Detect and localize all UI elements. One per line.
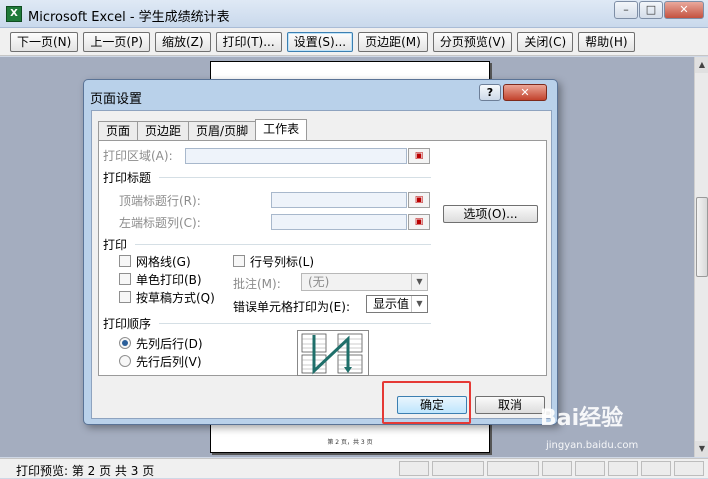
scroll-up-icon[interactable]: ▲ [695,57,708,73]
divider [159,177,431,178]
tab-page[interactable]: 页面 [98,121,139,140]
status-cells [399,461,704,476]
over-then-down-label: 先行后列(V) [136,355,202,369]
page-setup-dialog: 页面设置 ? ✕ 页面 页边距 页眉/页脚 工作表 打印区域(A): ▣ 打印标… [83,79,558,425]
print-area-field[interactable] [185,148,407,164]
status-bar: 打印预览: 第 2 页 共 3 页 [0,458,708,478]
print-preview-toolbar: 下一页(N) 上一页(P) 缩放(Z) 打印(T)... 设置(S)... 页边… [0,28,708,56]
rows-to-repeat-field[interactable] [271,192,407,208]
over-then-down-radio[interactable] [119,355,131,367]
previous-page-button[interactable]: 上一页(P) [83,31,150,52]
comments-select[interactable]: (无) ▼ [301,273,428,291]
tab-header-footer[interactable]: 页眉/页脚 [188,121,257,140]
maximize-button[interactable]: □ [639,1,663,19]
gridlines-label: 网格线(G) [136,255,191,269]
dialog-tabs: 页面 页边距 页眉/页脚 工作表 [98,119,308,140]
down-then-over-radio[interactable] [119,337,131,349]
chevron-down-icon: ▼ [411,274,427,290]
divider [135,244,431,245]
status-cell [674,461,704,476]
print-titles-label: 打印标题 [103,171,152,185]
page-break-preview-button[interactable]: 分页预览(V) [432,31,513,52]
setup-button[interactable]: 设置(S)... [286,31,354,52]
status-cell [487,461,539,476]
down-then-over-label: 先列后行(D) [136,337,203,351]
status-text: 打印预览: 第 2 页 共 3 页 [16,464,155,478]
vertical-scrollbar[interactable]: ▲ ▼ [694,57,708,457]
row-col-headings-checkbox[interactable] [233,255,245,267]
collapse-dialog-icon[interactable]: ▣ [408,148,430,164]
rows-to-repeat-label: 顶端标题行(R): [119,194,201,208]
status-cell [399,461,429,476]
comments-label: 批注(M): [233,277,281,291]
status-cell [641,461,671,476]
black-white-checkbox[interactable] [119,273,131,285]
tab-margins[interactable]: 页边距 [137,121,190,140]
status-cell [542,461,572,476]
next-page-button[interactable]: 下一页(N) [10,31,79,52]
ok-button[interactable]: 确定 [397,396,467,414]
close-window-button[interactable]: ✕ [664,1,704,19]
chevron-down-icon: ▼ [411,296,427,312]
draft-quality-label: 按草稿方式(Q) [136,291,215,305]
page-order-preview-icon [297,330,369,376]
cell-errors-label: 错误单元格打印为(E): [233,300,350,314]
status-cell [432,461,484,476]
cell-errors-select[interactable]: 显示值 ▼ [366,295,428,313]
dialog-close-button[interactable]: ✕ [503,84,547,101]
watermark-url: jingyan.baidu.com [546,440,639,451]
gridlines-checkbox[interactable] [119,255,131,267]
minimize-button[interactable]: – [614,1,638,19]
dialog-help-button[interactable]: ? [479,84,501,101]
cell-errors-value: 显示值 [373,297,410,311]
cols-to-repeat-field[interactable] [271,214,407,230]
cancel-button[interactable]: 取消 [475,396,545,414]
cols-to-repeat-label: 左端标题列(C): [119,216,201,230]
excel-icon: X [6,6,22,22]
scroll-down-icon[interactable]: ▼ [695,441,708,457]
divider [159,323,431,324]
dialog-title: 页面设置 [90,92,143,107]
zoom-button[interactable]: 缩放(Z) [154,31,211,52]
row-col-headings-label: 行号列标(L) [250,255,315,269]
print-area-label: 打印区域(A): [103,149,173,163]
page-order-diagram [301,333,363,375]
collapse-dialog-icon[interactable]: ▣ [408,192,430,208]
window-controls: – □ ✕ [613,1,704,19]
draft-quality-checkbox[interactable] [119,291,131,303]
window-title: Microsoft Excel - 学生成绩统计表 [28,10,230,25]
options-button[interactable]: 选项(O)... [443,205,538,223]
black-white-label: 单色打印(B) [136,273,202,287]
status-cell [608,461,638,476]
comments-value: (无) [308,275,330,289]
watermark: Bai经验 [540,406,624,431]
status-cell [575,461,605,476]
title-bar: X Microsoft Excel - 学生成绩统计表 – □ ✕ [0,0,708,28]
tab-sheet[interactable]: 工作表 [255,119,308,140]
print-button[interactable]: 打印(T)... [215,31,282,52]
page-order-label: 打印顺序 [103,317,152,331]
scroll-thumb[interactable] [696,197,708,277]
dialog-body: 页面 页边距 页眉/页脚 工作表 打印区域(A): ▣ 打印标题 顶端标题行(R… [91,110,552,419]
page-footer: 第 2 页，共 3 页 [327,439,373,446]
close-preview-button[interactable]: 关闭(C) [517,31,574,52]
collapse-dialog-icon[interactable]: ▣ [408,214,430,230]
margins-button[interactable]: 页边距(M) [358,31,428,52]
help-button[interactable]: 帮助(H) [578,31,635,52]
sheet-tab-panel: 打印区域(A): ▣ 打印标题 顶端标题行(R): ▣ 左端标题列(C): ▣ … [98,140,547,376]
print-section-label: 打印 [103,238,128,252]
